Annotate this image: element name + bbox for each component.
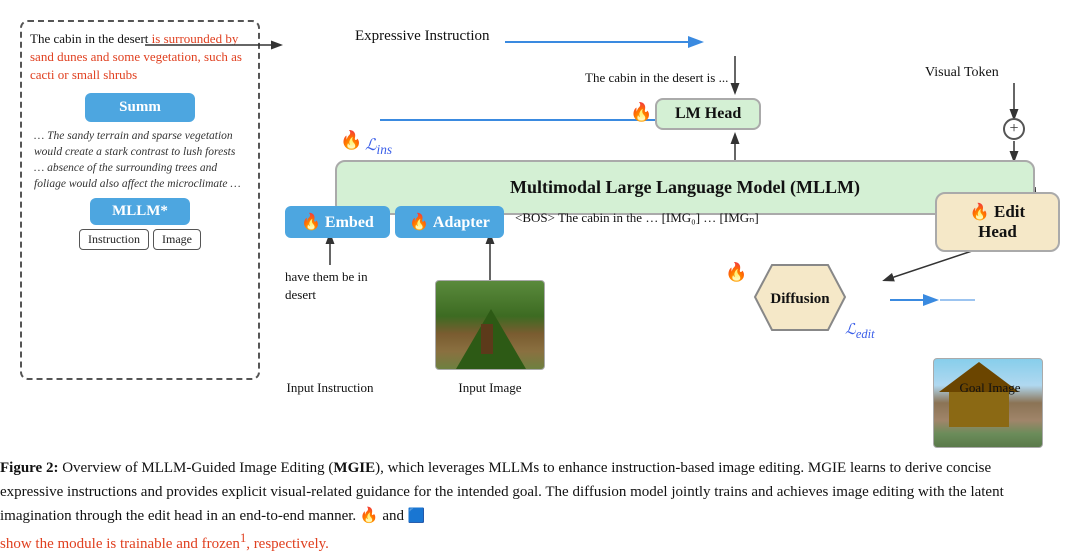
left-box-text: The cabin in the desert is surrounded by…	[30, 30, 250, 85]
main-container: The cabin in the desert is surrounded by…	[0, 0, 1080, 556]
caption-text1: Overview of MLLM-Guided Image Editing (	[62, 460, 333, 476]
edit-head-box: 🔥 Edit Head	[935, 192, 1060, 252]
caption-and: and	[382, 508, 407, 524]
plus-circle: +	[1003, 118, 1025, 140]
caption-area: Figure 2: Overview of MLLM-Guided Image …	[0, 456, 1040, 556]
l-ins-label: ℒins	[365, 135, 392, 158]
caption-bold-mgie: MGIE	[333, 460, 375, 476]
right-diagram: Expressive Instruction The cabin in the …	[275, 10, 1060, 410]
diagram-area: The cabin in the desert is surrounded by…	[20, 10, 1060, 410]
fire-icon-diffusion: 🔥	[725, 262, 747, 283]
figure-num: Figure 2:	[0, 460, 58, 476]
image-badge: Image	[153, 229, 201, 250]
input-image	[435, 280, 545, 370]
adapter-box: 🔥Adapter	[395, 206, 504, 238]
goal-image-label: Goal Image	[945, 380, 1035, 396]
instruction-image-row: Instruction Image	[30, 229, 250, 250]
mllm-star-box: MLLM*	[90, 198, 190, 225]
summ-box: Summ	[85, 93, 195, 122]
svg-text:Diffusion: Diffusion	[770, 291, 830, 307]
embed-box: 🔥Embed	[285, 206, 390, 238]
have-them-text: have them be in desert	[285, 268, 375, 304]
cabin-result-text: The cabin in the desert is ...	[585, 70, 728, 86]
l-edit-label: ℒedit	[845, 320, 875, 342]
instruction-badge: Instruction	[79, 229, 149, 250]
expressive-instruction-label: Expressive Instruction	[355, 28, 490, 45]
bos-text: <BOS> The cabin in the … [IMG₀] … [IMGₙ]	[515, 210, 759, 226]
fire-icon-lins: 🔥	[340, 130, 362, 151]
caption-end-text: show the module is trainable and frozen1…	[0, 536, 329, 552]
left-dashed-box: The cabin in the desert is surrounded by…	[20, 20, 260, 380]
visual-token-label: Visual Token	[925, 65, 999, 81]
left-mid-text: … The sandy terrain and sparse vegetatio…	[34, 128, 246, 192]
fire-icon-lmhead: 🔥	[630, 102, 652, 123]
input-image-label: Input Image	[445, 380, 535, 396]
goal-image	[933, 358, 1043, 448]
caption-cube-icon: 🟦	[408, 509, 425, 524]
cabin-text-plain: The cabin in the desert	[30, 31, 152, 46]
lm-head-box: LM Head	[655, 98, 761, 130]
input-instruction-label: Input Instruction	[285, 380, 375, 396]
caption-fire-icon: 🔥	[360, 508, 379, 524]
adapter-label: Adapter	[433, 214, 490, 231]
embed-label: Embed	[325, 214, 374, 231]
